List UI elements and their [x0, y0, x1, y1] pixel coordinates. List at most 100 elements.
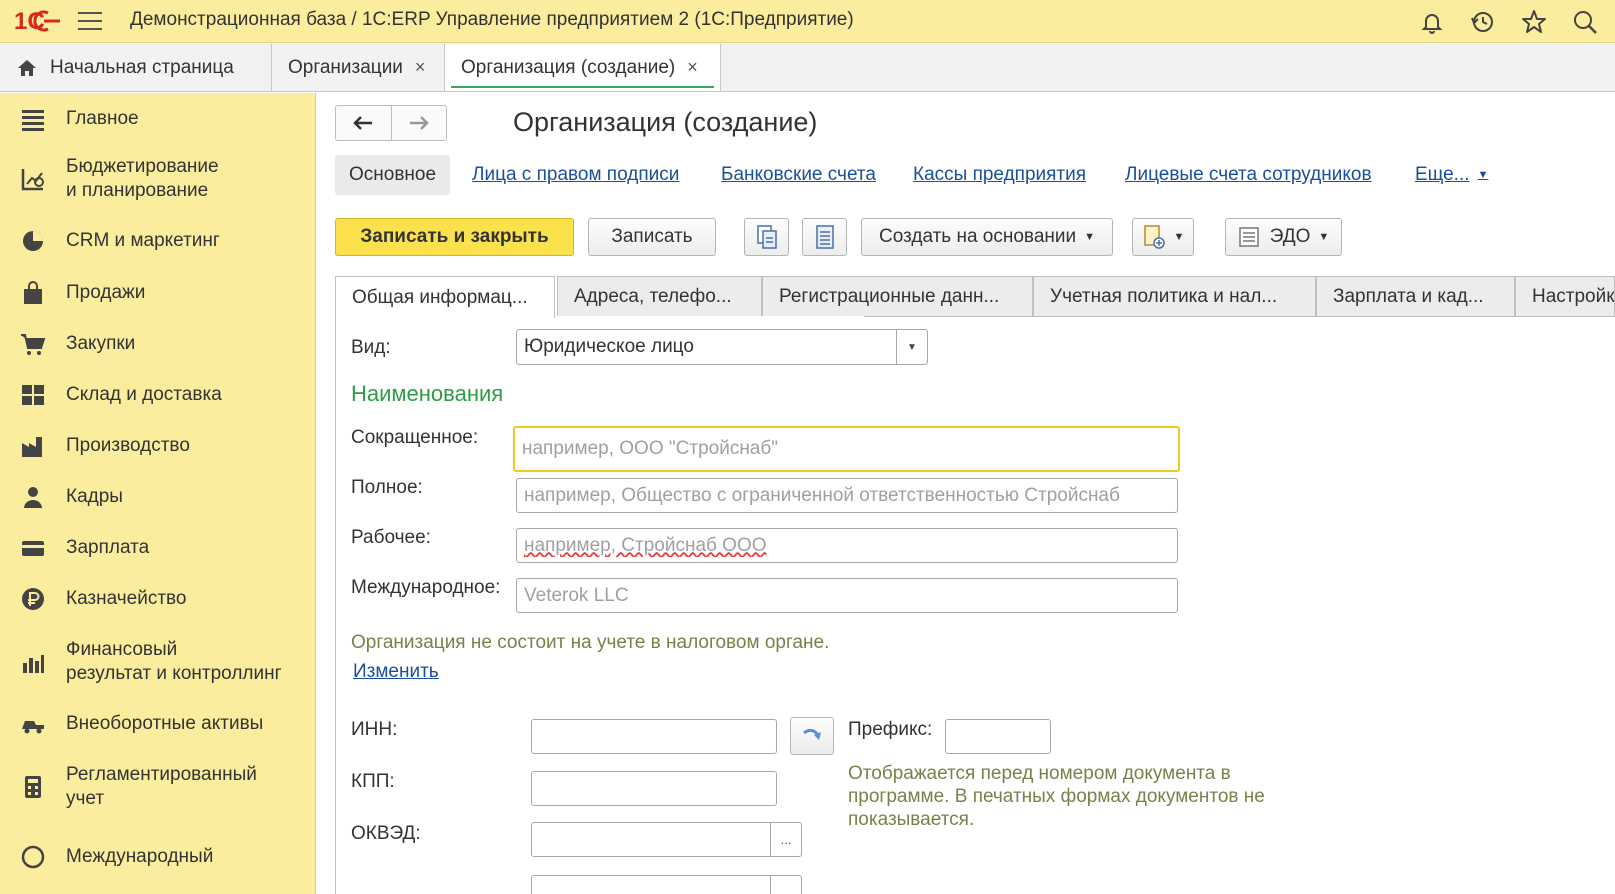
sidebar: Главное Бюджетирование и планирование CR…: [0, 93, 316, 894]
app-title: Демонстрационная база / 1С:ERP Управлени…: [130, 9, 854, 30]
tab-separator: [864, 316, 1615, 317]
sidebar-item-label: Производство: [66, 435, 190, 456]
home-icon: [18, 59, 36, 76]
tab-home[interactable]: Начальная страница: [0, 44, 272, 91]
vid-label: Вид:: [351, 337, 391, 358]
factory-icon: [22, 437, 42, 457]
sidebar-item-salary[interactable]: Зарплата: [0, 534, 315, 562]
warehouse-icon: [22, 385, 44, 405]
sidebar-item-financial-result[interactable]: Финансовый результат и контроллинг: [0, 636, 315, 688]
work-name-field[interactable]: [516, 528, 1178, 563]
tab-employee-accounts[interactable]: Лицевые счета сотрудников: [1125, 155, 1372, 195]
menu-lines-icon: [22, 110, 44, 131]
prefix-field[interactable]: [945, 719, 1051, 754]
work-name-label: Рабочее:: [351, 527, 431, 548]
arrow-left-icon: [353, 116, 373, 130]
prefix-note: Отображается перед номером документа в п…: [848, 763, 1265, 830]
edo-icon: [1238, 227, 1259, 247]
chevron-down-icon[interactable]: ▼: [896, 330, 927, 364]
vid-value: Юридическое лицо: [524, 336, 694, 357]
tab-more[interactable]: Еще... ▼: [1415, 155, 1488, 195]
print-button[interactable]: ▼: [1132, 218, 1194, 256]
tab-general-info[interactable]: Общая информац...: [335, 276, 555, 318]
search-icon[interactable]: [1571, 8, 1599, 36]
sidebar-item-purchases[interactable]: Закупки: [0, 330, 315, 358]
ruble-icon: [22, 588, 44, 610]
edo-label: ЭДО: [1269, 226, 1311, 247]
edo-button[interactable]: ЭДО ▼: [1225, 218, 1342, 256]
full-name-field[interactable]: [516, 478, 1178, 513]
sidebar-item-label: Внеоборотные активы: [66, 713, 264, 734]
active-tab-indicator: [451, 86, 714, 88]
1c-logo[interactable]: 1С: [14, 7, 62, 35]
document-flow-icon: [756, 225, 777, 249]
sidebar-item-main[interactable]: Главное: [0, 105, 315, 133]
sidebar-item-regulated-accounting[interactable]: Регламентированный учет: [0, 761, 315, 813]
document-flow-button[interactable]: [744, 218, 789, 256]
top-bar: 1С Демонстрационная база / 1С:ERP Управл…: [0, 0, 1615, 43]
sidebar-item-crm[interactable]: CRM и маркетинг: [0, 227, 315, 255]
inn-field[interactable]: [531, 719, 777, 754]
inn-label: ИНН:: [351, 719, 398, 740]
budget-chart-icon: [21, 169, 44, 191]
intl-name-field[interactable]: [516, 578, 1178, 613]
chevron-down-icon: ▼: [1173, 231, 1185, 243]
sidebar-item-fixed-assets[interactable]: Внеоборотные активы: [0, 710, 315, 738]
save-button[interactable]: Записать: [588, 218, 716, 256]
sidebar-item-hr[interactable]: Кадры: [0, 483, 315, 511]
report-icon: [815, 225, 834, 249]
chevron-down-icon: ▼: [1477, 169, 1489, 181]
star-icon[interactable]: [1520, 8, 1548, 36]
sidebar-item-warehouse[interactable]: Склад и доставка: [0, 381, 315, 409]
prefix-label: Префикс:: [848, 719, 933, 740]
tab-organizations-label: Организации: [288, 56, 403, 78]
form-title: Организация (создание): [513, 107, 818, 137]
okved-select-button[interactable]: ...: [771, 822, 802, 857]
tab-home-label: Начальная страница: [50, 56, 234, 78]
sidebar-item-label: Бюджетирование и планирование: [66, 156, 219, 201]
sidebar-item-international[interactable]: Международный: [0, 843, 315, 871]
extra-field[interactable]: [531, 875, 771, 894]
tab-organizations[interactable]: Организации ×: [272, 44, 445, 91]
section-names-title: Наименования: [351, 381, 504, 406]
sidebar-item-treasury[interactable]: Казначейство: [0, 585, 315, 613]
sidebar-item-label: Регламентированный учет: [66, 764, 257, 809]
sidebar-item-production[interactable]: Производство: [0, 432, 315, 460]
tab-addresses[interactable]: Адреса, телефо...: [557, 276, 762, 316]
tab-cash-desks[interactable]: Кассы предприятия: [913, 155, 1086, 195]
back-button[interactable]: [336, 106, 392, 140]
tab-signatories[interactable]: Лица с правом подписи: [472, 155, 679, 195]
tab-settings[interactable]: Настройк: [1515, 276, 1615, 316]
history-icon[interactable]: [1469, 8, 1497, 36]
okved-field[interactable]: [531, 822, 771, 857]
form-area: Организация (создание) Основное Лица с п…: [317, 93, 1615, 894]
chevron-down-icon: ▼: [1084, 231, 1095, 243]
tab-bank-accounts[interactable]: Банковские счета: [721, 155, 876, 195]
tab-registration[interactable]: Регистрационные данн...: [762, 276, 1033, 316]
save-and-close-button[interactable]: Записать и закрыть: [335, 218, 574, 256]
short-name-field[interactable]: [513, 426, 1180, 472]
fill-by-inn-button[interactable]: [790, 717, 834, 755]
tab-organization-create[interactable]: Организация (создание) ×: [445, 44, 721, 91]
close-icon[interactable]: ×: [415, 57, 426, 78]
change-link[interactable]: Изменить: [353, 661, 439, 683]
forward-button[interactable]: [392, 106, 447, 140]
tab-main[interactable]: Основное: [335, 155, 451, 195]
extra-select-button[interactable]: [771, 875, 802, 894]
create-based-on-button[interactable]: Создать на основании ▼: [861, 218, 1113, 256]
sidebar-item-budgeting[interactable]: Бюджетирование и планирование: [0, 153, 315, 205]
tab-salary-hr[interactable]: Зарплата и кад...: [1316, 276, 1515, 316]
okved-label: ОКВЭД:: [351, 823, 421, 844]
vid-select[interactable]: Юридическое лицо ▼: [516, 329, 928, 365]
full-name-label: Полное:: [351, 477, 423, 498]
kpp-field[interactable]: [531, 771, 777, 806]
curved-arrow-icon: [803, 728, 821, 740]
close-icon[interactable]: ×: [687, 57, 698, 78]
sidebar-item-label: Склад и доставка: [66, 384, 222, 405]
main-menu-icon[interactable]: [78, 12, 102, 32]
bell-icon[interactable]: [1418, 8, 1446, 36]
sidebar-item-sales[interactable]: Продажи: [0, 279, 315, 307]
report-button[interactable]: [802, 218, 847, 256]
pie-chart-icon: [23, 231, 43, 251]
tab-accounting-policy[interactable]: Учетная политика и нал...: [1033, 276, 1316, 316]
